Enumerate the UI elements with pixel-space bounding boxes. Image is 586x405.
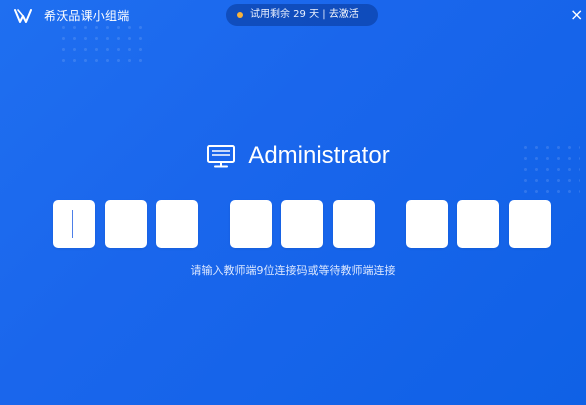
code-digit-box-8[interactable] xyxy=(457,200,499,248)
code-digit-box-4[interactable] xyxy=(230,200,272,248)
code-digit-box-6[interactable] xyxy=(333,200,375,248)
text-cursor xyxy=(72,210,73,238)
code-digit-box-5[interactable] xyxy=(281,200,323,248)
trial-status-pill: 试用剩余 29 天 | 去激活 xyxy=(226,4,378,26)
app-logo-icon xyxy=(14,9,32,23)
code-digit-box-9[interactable] xyxy=(509,200,551,248)
code-digit-box-3[interactable] xyxy=(156,200,198,248)
close-button[interactable]: × xyxy=(570,6,586,24)
monitor-icon xyxy=(207,145,236,168)
connection-hint: 请输入教师端9位连接码或等待教师端连接 xyxy=(190,264,396,277)
title-bar[interactable]: 希沃品课小组端 试用剩余 29 天 | 去激活 × xyxy=(0,0,586,32)
code-digit-box-2[interactable] xyxy=(105,200,147,248)
code-digit-box-1[interactable] xyxy=(53,200,95,248)
code-digit-box-7[interactable] xyxy=(406,200,448,248)
app-title: 希沃品课小组端 xyxy=(44,9,130,23)
trial-remaining-text: 试用剩余 29 天 | xyxy=(250,9,329,20)
app-window: 希沃品课小组端 试用剩余 29 天 | 去激活 × Administrator xyxy=(0,0,586,405)
activate-link[interactable]: 去激活 xyxy=(329,9,359,20)
trial-status-dot xyxy=(237,12,243,18)
device-name: Administrator xyxy=(248,142,390,169)
device-header: Administrator xyxy=(0,138,586,174)
